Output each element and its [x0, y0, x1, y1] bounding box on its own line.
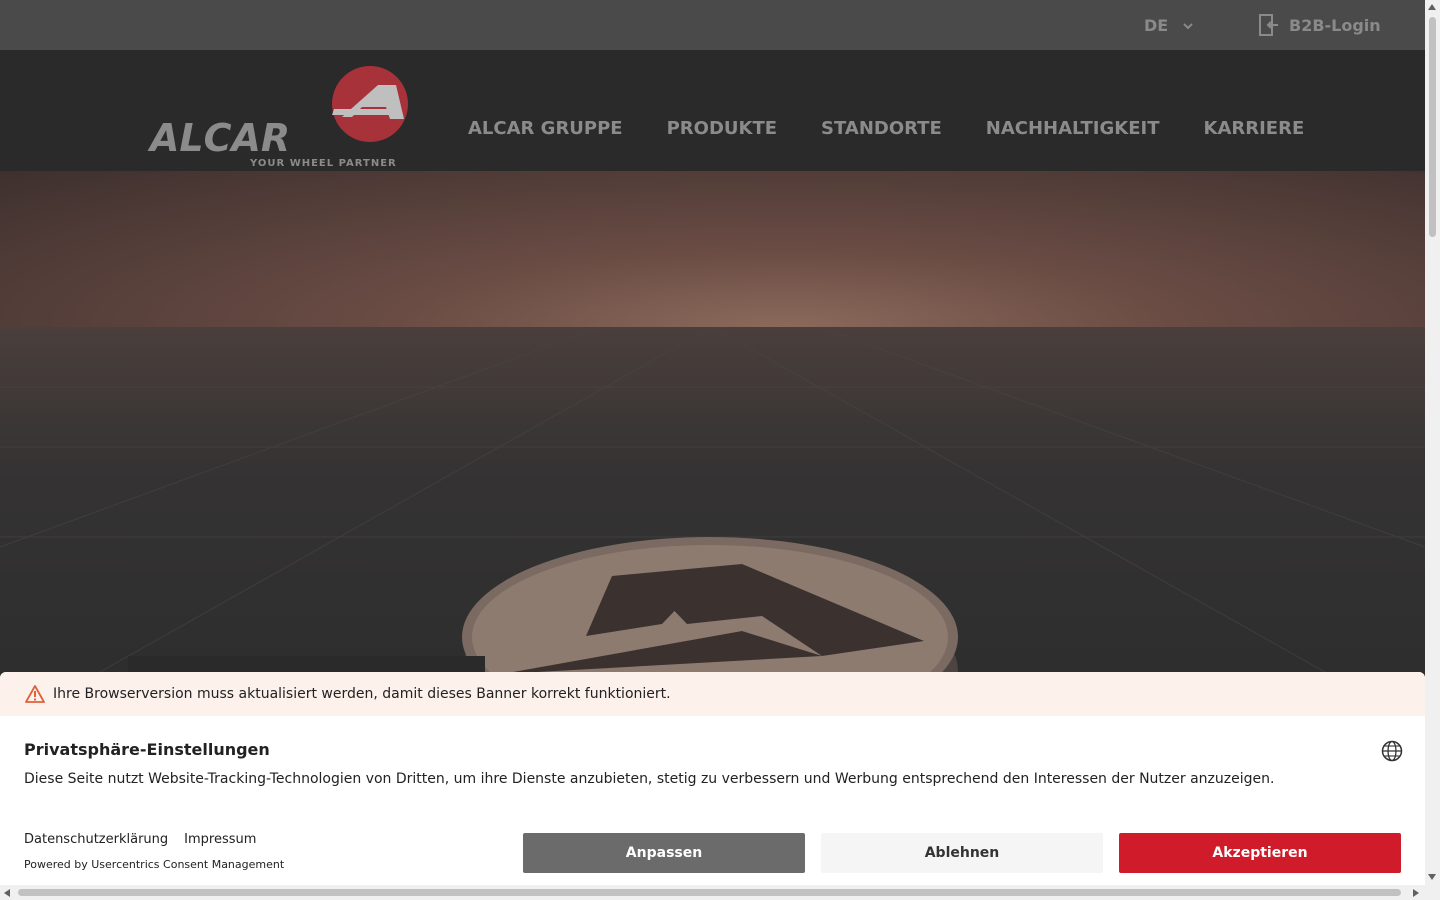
alcar-logo[interactable]: ALCAR YOUR WHEEL PARTNER: [146, 57, 411, 167]
customize-button[interactable]: Anpassen: [523, 833, 805, 873]
warning-icon: [25, 685, 45, 703]
horizontal-scrollbar[interactable]: [0, 885, 1425, 900]
b2b-login-label: B2B-Login: [1289, 15, 1381, 35]
site-header: ALCAR YOUR WHEEL PARTNER ALCAR GRUPPE PR…: [0, 50, 1425, 171]
svg-text:YOUR WHEEL PARTNER: YOUR WHEEL PARTNER: [249, 158, 397, 167]
deny-button[interactable]: Ablehnen: [821, 833, 1103, 873]
vertical-scroll-thumb[interactable]: [1429, 17, 1436, 237]
top-utility-bar: DE B2B-Login: [0, 0, 1425, 50]
nav-item-standorte[interactable]: STANDORTE: [821, 118, 942, 139]
privacy-policy-link[interactable]: Datenschutzerklärung: [24, 832, 168, 847]
login-door-icon: [1259, 14, 1278, 36]
main-nav: ALCAR GRUPPE PRODUKTE STANDORTE NACHHALT…: [468, 118, 1348, 139]
language-selector[interactable]: DE: [1144, 16, 1194, 35]
scroll-down-icon[interactable]: [1428, 874, 1436, 880]
hero-image: [0, 171, 1425, 672]
scroll-up-icon[interactable]: [1428, 4, 1436, 10]
alcar-emblem-disc: [462, 537, 958, 672]
hero-caption-box: [128, 656, 485, 672]
banner-links: Datenschutzerklärung Impressum: [24, 832, 256, 847]
scroll-right-icon[interactable]: [1413, 889, 1419, 897]
consent-banner: Ihre Browserversion muss aktualisiert we…: [0, 672, 1425, 885]
horizontal-scroll-thumb[interactable]: [18, 889, 1401, 896]
nav-item-nachhaltigkeit[interactable]: NACHHALTIGKEIT: [986, 118, 1160, 139]
banner-title: Privatsphäre-Einstellungen: [24, 740, 270, 759]
vertical-scrollbar[interactable]: [1425, 0, 1440, 900]
banner-description: Diese Seite nutzt Website-Tracking-Techn…: [24, 771, 1275, 787]
language-globe-icon[interactable]: [1381, 740, 1403, 762]
browser-warning-text: Ihre Browserversion muss aktualisiert we…: [53, 686, 671, 702]
powered-by-text: Powered by Usercentrics Consent Manageme…: [24, 858, 285, 871]
accept-button[interactable]: Akzeptieren: [1119, 833, 1401, 873]
language-label: DE: [1144, 16, 1169, 35]
scroll-left-icon[interactable]: [4, 889, 10, 897]
nav-item-produkte[interactable]: PRODUKTE: [667, 118, 777, 139]
hero-sky: [0, 171, 1425, 328]
nav-item-alcar-gruppe[interactable]: ALCAR GRUPPE: [468, 118, 623, 139]
imprint-link[interactable]: Impressum: [184, 832, 256, 847]
svg-text:ALCAR: ALCAR: [147, 116, 290, 160]
nav-item-karriere[interactable]: KARRIERE: [1204, 118, 1305, 139]
chevron-down-icon: [1183, 22, 1193, 29]
b2b-login-link[interactable]: B2B-Login: [1257, 13, 1381, 37]
browser-warning: Ihre Browserversion muss aktualisiert we…: [0, 672, 1425, 716]
